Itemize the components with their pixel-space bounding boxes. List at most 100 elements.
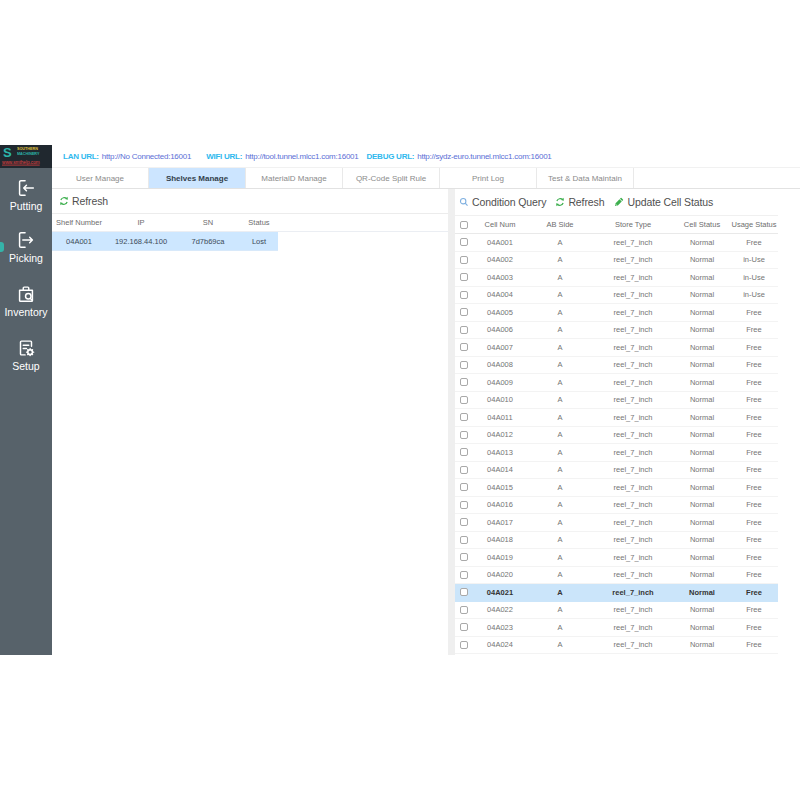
shelves-refresh-button[interactable]: Refresh bbox=[52, 189, 448, 214]
tab-shelves-manage[interactable]: Shelves Manage bbox=[149, 168, 246, 188]
cell-row-04A001[interactable]: 04A001Areel_7_inchNormalFree bbox=[455, 234, 778, 252]
sidebar-item-setup[interactable]: Setup bbox=[0, 337, 52, 372]
tab-materialid-manage[interactable]: MaterialD Manage bbox=[246, 168, 343, 188]
shelf-row-04A001[interactable]: 04A001 192.168.44.100 7d7b69ca Lost bbox=[52, 232, 278, 251]
cell-row-04A014[interactable]: 04A014Areel_7_inchNormalFree bbox=[455, 462, 778, 480]
row-checkbox[interactable] bbox=[460, 308, 468, 316]
cell-row-04A010[interactable]: 04A010Areel_7_inchNormalFree bbox=[455, 392, 778, 410]
condition-query-button[interactable]: Condition Query bbox=[472, 196, 546, 208]
inventory-icon bbox=[15, 283, 37, 305]
cell-cell: 04A006 bbox=[472, 325, 528, 334]
cell-store: reel_7_inch bbox=[592, 325, 674, 334]
cell-row-04A006[interactable]: 04A006Areel_7_inchNormalFree bbox=[455, 322, 778, 340]
picking-icon bbox=[15, 229, 37, 251]
cell-row-04A022[interactable]: 04A022Areel_7_inchNormalFree bbox=[455, 602, 778, 620]
cell-cell: 04A014 bbox=[472, 465, 528, 474]
row-checkbox[interactable] bbox=[460, 518, 468, 526]
cell-row-04A015[interactable]: 04A015Areel_7_inchNormalFree bbox=[455, 479, 778, 497]
tab-test-data-maintain[interactable]: Test & Data Maintain bbox=[537, 168, 634, 188]
cell-usage: Free bbox=[730, 623, 778, 632]
cell-side: A bbox=[528, 255, 592, 264]
shelf-status-cell: Lost bbox=[240, 237, 278, 246]
row-checkbox[interactable] bbox=[460, 501, 468, 509]
cell-side: A bbox=[528, 430, 592, 439]
row-checkbox[interactable] bbox=[460, 326, 468, 334]
cell-row-04A004[interactable]: 04A004Areel_7_inchNormalin-Use bbox=[455, 287, 778, 305]
cells-refresh-icon bbox=[555, 197, 565, 207]
row-checkbox[interactable] bbox=[460, 623, 468, 631]
row-checkbox[interactable] bbox=[460, 413, 468, 421]
cell-row-04A003[interactable]: 04A003Areel_7_inchNormalin-Use bbox=[455, 269, 778, 287]
sidebar-item-picking[interactable]: Picking bbox=[0, 229, 52, 264]
shelves-panel: Refresh Shelf Number IP SN Status 04A001… bbox=[52, 189, 448, 655]
cell-usage: Free bbox=[730, 448, 778, 457]
row-checkbox[interactable] bbox=[460, 553, 468, 561]
sidebar-label-setup: Setup bbox=[0, 360, 52, 372]
cell-cell: 04A023 bbox=[472, 623, 528, 632]
cell-row-04A013[interactable]: 04A013Areel_7_inchNormalFree bbox=[455, 444, 778, 462]
debug-url-label: DEBUG URL: bbox=[366, 152, 414, 161]
cells-refresh-button[interactable]: Refresh bbox=[568, 196, 604, 208]
tab-print-log[interactable]: Print Log bbox=[440, 168, 537, 188]
row-checkbox[interactable] bbox=[460, 273, 468, 281]
cell-row-04A012[interactable]: 04A012Areel_7_inchNormalFree bbox=[455, 427, 778, 445]
lan-url-label: LAN URL: bbox=[63, 152, 99, 161]
row-checkbox[interactable] bbox=[460, 588, 468, 596]
col-cell-status: Cell Status bbox=[674, 220, 730, 229]
cell-row-04A009[interactable]: 04A009Areel_7_inchNormalFree bbox=[455, 374, 778, 392]
cell-row-04A011[interactable]: 04A011Areel_7_inchNormalFree bbox=[455, 409, 778, 427]
cell-status: Normal bbox=[674, 588, 730, 597]
update-cell-status-button[interactable]: Update Cell Status bbox=[627, 196, 713, 208]
debug-url-value: http://sydz-euro.tunnel.mlcc1.com:16001 bbox=[417, 152, 551, 161]
cell-usage: Free bbox=[730, 535, 778, 544]
cell-row-04A007[interactable]: 04A007Areel_7_inchNormalFree bbox=[455, 339, 778, 357]
cell-row-04A016[interactable]: 04A016Areel_7_inchNormalFree bbox=[455, 497, 778, 515]
cell-row-04A019[interactable]: 04A019Areel_7_inchNormalFree bbox=[455, 549, 778, 567]
row-checkbox[interactable] bbox=[460, 466, 468, 474]
cell-side: A bbox=[528, 518, 592, 527]
row-checkbox[interactable] bbox=[460, 396, 468, 404]
tab-qrcode-split-rule[interactable]: QR-Code Split Rule bbox=[343, 168, 440, 188]
cell-row-04A021[interactable]: 04A021Areel_7_inchNormalFree bbox=[455, 584, 778, 602]
cell-store: reel_7_inch bbox=[592, 290, 674, 299]
row-checkbox[interactable] bbox=[460, 606, 468, 614]
row-checkbox[interactable] bbox=[460, 536, 468, 544]
cell-row-04A024[interactable]: 04A024Areel_7_inchNormalFree bbox=[455, 637, 778, 655]
cell-store: reel_7_inch bbox=[592, 588, 674, 597]
logo-url[interactable]: www.smthelp.com bbox=[2, 160, 40, 165]
row-checkbox[interactable] bbox=[460, 483, 468, 491]
tab-user-manage[interactable]: User Manage bbox=[52, 168, 149, 188]
cell-row-04A023[interactable]: 04A023Areel_7_inchNormalFree bbox=[455, 619, 778, 637]
cell-row-04A002[interactable]: 04A002Areel_7_inchNormalin-Use bbox=[455, 252, 778, 270]
row-checkbox[interactable] bbox=[460, 641, 468, 649]
row-checkbox[interactable] bbox=[460, 571, 468, 579]
cell-side: A bbox=[528, 395, 592, 404]
sidebar-item-inventory[interactable]: Inventory bbox=[0, 283, 52, 318]
select-all-checkbox[interactable] bbox=[460, 221, 468, 229]
cell-row-04A017[interactable]: 04A017Areel_7_inchNormalFree bbox=[455, 514, 778, 532]
row-checkbox[interactable] bbox=[460, 361, 468, 369]
row-checkbox[interactable] bbox=[460, 238, 468, 246]
update-cell-status-icon bbox=[614, 197, 624, 207]
setup-icon bbox=[15, 337, 37, 359]
row-checkbox[interactable] bbox=[460, 343, 468, 351]
row-checkbox[interactable] bbox=[460, 291, 468, 299]
row-checkbox[interactable] bbox=[460, 431, 468, 439]
row-checkbox[interactable] bbox=[460, 378, 468, 386]
wifi-url-value: http://tool.tunnel.mlcc1.com:16001 bbox=[245, 152, 358, 161]
cell-side: A bbox=[528, 588, 592, 597]
cell-row-04A005[interactable]: 04A005Areel_7_inchNormalFree bbox=[455, 304, 778, 322]
cell-row-04A020[interactable]: 04A020Areel_7_inchNormalFree bbox=[455, 567, 778, 585]
sidebar-label-putting: Putting bbox=[0, 200, 52, 212]
cell-row-04A008[interactable]: 04A008Areel_7_inchNormalFree bbox=[455, 357, 778, 375]
cell-cell: 04A005 bbox=[472, 308, 528, 317]
panel-divider[interactable] bbox=[448, 189, 455, 655]
cell-cell: 04A017 bbox=[472, 518, 528, 527]
row-checkbox[interactable] bbox=[460, 256, 468, 264]
sidebar-item-putting[interactable]: Putting bbox=[0, 177, 52, 212]
cell-usage: Free bbox=[730, 570, 778, 579]
cell-cell: 04A019 bbox=[472, 553, 528, 562]
cells-table-header: Cell Num AB Side Store Type Cell Status … bbox=[455, 215, 778, 234]
row-checkbox[interactable] bbox=[460, 448, 468, 456]
cell-row-04A018[interactable]: 04A018Areel_7_inchNormalFree bbox=[455, 532, 778, 550]
